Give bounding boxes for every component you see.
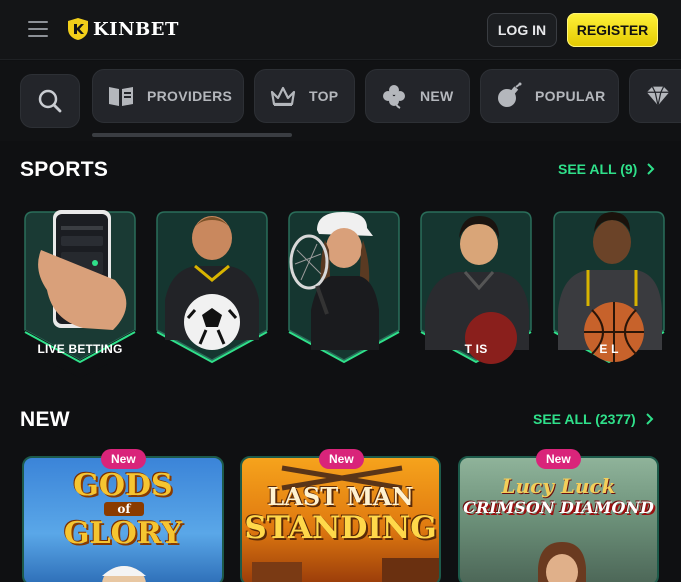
- sport-card-live-betting[interactable]: LIVE BETTING: [23, 210, 137, 380]
- sport-card-label: LIVE BETTING: [37, 342, 123, 356]
- crown-icon: [269, 82, 297, 110]
- game-card-gods-of-glory[interactable]: GODS of GLORY: [22, 456, 224, 582]
- new-badge: New: [536, 449, 581, 469]
- game-title-line: of: [104, 502, 144, 516]
- category-bar: PROVIDERS TOP NEW POPULAR: [0, 61, 681, 141]
- category-label: PROVIDERS: [147, 88, 233, 104]
- building-art: [382, 558, 439, 582]
- game-character-art: [102, 566, 146, 582]
- category-popular[interactable]: POPULAR: [480, 69, 619, 123]
- chevron-right-icon: [645, 413, 654, 425]
- see-all-label: SEE ALL (2377): [533, 411, 636, 427]
- category-label: NEW: [420, 88, 454, 104]
- brand-logo[interactable]: KINBET: [67, 17, 179, 41]
- game-title-line: LAST MAN: [267, 482, 414, 511]
- card-background: [156, 211, 268, 364]
- sport-card-label: E L: [599, 342, 619, 356]
- card-background: [288, 211, 400, 364]
- game-card-last-man-standing[interactable]: LAST MAN STANDING: [240, 456, 441, 582]
- game-card-lucy-luck-crimson-diamond[interactable]: Lucy Luck CRIMSON DIAMOND: [458, 456, 659, 582]
- sport-card-football[interactable]: [155, 210, 269, 380]
- sports-section-title: SPORTS: [20, 158, 109, 181]
- bomb-icon: [495, 82, 523, 110]
- register-button[interactable]: REGISTER: [567, 13, 658, 47]
- game-title-line: GLORY: [63, 516, 183, 551]
- game-title-line: STANDING: [244, 510, 437, 546]
- new-section-title: NEW: [20, 408, 70, 431]
- game-title-line: Lucy Luck: [501, 474, 616, 498]
- new-badge: New: [319, 449, 364, 469]
- sport-card-label: T IS: [464, 342, 488, 356]
- shield-logo-icon: [68, 18, 88, 40]
- category-top[interactable]: TOP: [254, 69, 355, 123]
- login-button[interactable]: LOG IN: [487, 13, 557, 47]
- sports-see-all-link[interactable]: SEE ALL (9): [558, 161, 655, 177]
- game-character-art: [538, 542, 586, 582]
- search-icon: [38, 89, 62, 113]
- diamond-icon: [644, 82, 672, 110]
- category-label: TOP: [309, 88, 339, 104]
- top-header: KINBET LOG IN REGISTER: [0, 0, 681, 60]
- game-title-line: CRIMSON DIAMOND: [463, 498, 654, 517]
- brand-name: KINBET: [93, 18, 179, 40]
- new-badge: New: [101, 449, 146, 469]
- menu-icon[interactable]: [28, 21, 48, 37]
- sport-card-basketball[interactable]: E L: [552, 210, 666, 380]
- game-title-line: GODS: [73, 468, 173, 503]
- category-label: POPULAR: [535, 88, 606, 104]
- building-art: [252, 562, 302, 582]
- clover-icon: [380, 82, 408, 110]
- new-see-all-link[interactable]: SEE ALL (2377): [533, 411, 654, 427]
- category-scrollbar[interactable]: [84, 133, 294, 137]
- see-all-label: SEE ALL (9): [558, 161, 638, 177]
- book-icon: [107, 82, 135, 110]
- category-new[interactable]: NEW: [365, 69, 470, 123]
- sport-card-tennis[interactable]: [287, 210, 401, 380]
- category-providers[interactable]: PROVIDERS: [92, 69, 244, 123]
- scrollbar-thumb[interactable]: [92, 133, 292, 137]
- category-vip[interactable]: [629, 69, 681, 123]
- sport-card-table-tennis[interactable]: T IS: [419, 210, 533, 380]
- search-button[interactable]: [20, 74, 80, 128]
- chevron-right-icon: [647, 163, 655, 175]
